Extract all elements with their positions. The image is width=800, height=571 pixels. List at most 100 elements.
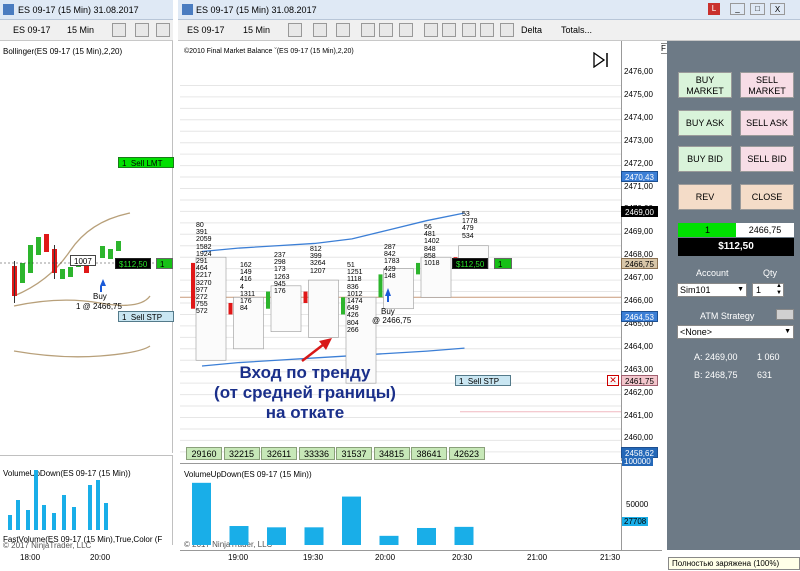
volume-total-cell: 32611 — [261, 447, 297, 460]
main-window-titlebar[interactable]: ES 09-17 (15 Min) 31.08.2017 L _ □ X — [178, 0, 800, 20]
main-window-title: ES 09-17 (15 Min) 31.08.2017 — [196, 5, 317, 15]
atm-strategy-label: ATM Strategy — [700, 311, 755, 321]
y-tick: 2466,00 — [624, 296, 653, 305]
left-x-tick-2: 20:00 — [90, 553, 111, 562]
volume-total-cell: 29160 — [186, 447, 222, 460]
y-tick: 2463,00 — [624, 364, 653, 374]
volume-total-cell: 42623 — [448, 447, 485, 460]
candlestick-icon[interactable] — [112, 23, 126, 37]
bid-label: B: 2468,75 — [694, 370, 738, 380]
left-window-titlebar[interactable]: ES 09-17 (15 Min) 31.08.2017 — [0, 0, 173, 20]
sell-market-button[interactable]: SELL MARKET — [740, 72, 794, 98]
account-select[interactable]: Sim101 ▼ — [677, 283, 747, 297]
link-button[interactable]: L — [708, 3, 720, 15]
data-box-icon[interactable] — [424, 23, 438, 37]
volume-total-cell: 38641 — [411, 447, 447, 460]
instrument-selector[interactable]: ES 09-17 — [184, 22, 228, 38]
candle-body — [228, 303, 233, 315]
instrument-selector[interactable]: ES 09-17 — [10, 22, 54, 38]
upper-band-badge: 2470,43 — [621, 171, 658, 182]
footprint-column: 287 842 1783 429 148 — [384, 244, 400, 280]
volume-bar — [229, 526, 249, 545]
footprint-column: 812 399 3264 1207 — [310, 246, 326, 275]
position-pnl: $112,50 — [678, 238, 794, 256]
interval-selector[interactable]: 15 Min — [240, 22, 273, 38]
totals-dropdown[interactable]: Totals... — [558, 22, 595, 38]
x-tick-2030: 20:30 — [452, 553, 473, 562]
chart-trader-icon[interactable] — [442, 23, 456, 37]
atm-strategy-select[interactable]: <None> ▼ — [677, 325, 794, 339]
buy-label: Buy — [381, 307, 395, 316]
magic-wand-icon[interactable] — [156, 23, 170, 37]
sell-ask-button[interactable]: SELL ASK — [740, 110, 794, 136]
volume-total-cell: 32215 — [223, 447, 260, 460]
left-qty-tag[interactable]: 1 — [156, 258, 173, 269]
left-window-title: ES 09-17 (15 Min) 31.08.2017 — [18, 5, 139, 15]
app-icon — [182, 4, 193, 15]
y-tick: 2461,00 — [624, 410, 653, 420]
volume-badge: 27708 — [622, 517, 649, 526]
app-icon — [3, 4, 14, 15]
position-qty-tag[interactable]: 1 — [494, 258, 512, 269]
atm-strategy-value: <None> — [680, 327, 713, 337]
maximize-button[interactable]: □ — [750, 3, 765, 15]
volume-bar — [304, 527, 324, 545]
volume-bar — [379, 535, 399, 545]
skip-to-end-icon[interactable] — [592, 51, 610, 69]
footprint-column: 53 1778 479 534 — [462, 211, 478, 240]
buy-arrow-stem — [387, 296, 389, 302]
left-sell-stp-tag[interactable]: 1 Sell STP — [118, 311, 174, 322]
left-buy-fill: 1 @ 2466,75 — [76, 302, 122, 311]
footprint-box — [308, 279, 339, 338]
zoom-out-icon[interactable] — [379, 23, 393, 37]
bid-size: 631 — [757, 370, 773, 380]
candle-body — [416, 262, 420, 275]
close-button[interactable]: X — [770, 3, 785, 15]
annotation-line-3: на откате — [265, 403, 345, 422]
volume-top-badge: 100000 — [622, 457, 653, 466]
atm-settings-icon[interactable] — [776, 309, 794, 320]
main-toolbar: ES 09-17 15 Min Delta Totals... — [178, 20, 800, 41]
y-tick: 2474,00 — [624, 112, 653, 122]
last-price-badge: 2466,75 — [621, 258, 658, 269]
buy-market-button[interactable]: BUY MARKET — [678, 72, 732, 98]
magic-wand-icon[interactable] — [336, 23, 350, 37]
sell-stp-tag[interactable]: 1 Sell STP — [455, 375, 511, 386]
battery-status-tooltip: Полностью заряжена (100%) — [668, 557, 800, 570]
crosshair-icon[interactable] — [399, 23, 413, 37]
footprint-column: 56 481 1402 848 858 1018 — [424, 224, 440, 268]
reverse-button[interactable]: REV — [678, 184, 732, 210]
annotation-arrow-head — [319, 338, 332, 350]
grid-icon[interactable] — [462, 23, 476, 37]
buy-ask-button[interactable]: BUY ASK — [678, 110, 732, 136]
minimize-button[interactable]: _ — [730, 3, 745, 15]
qty-label: Qty — [763, 268, 778, 278]
left-toolbar: ES 09-17 15 Min — [0, 20, 173, 41]
qty-stepper[interactable]: 1 ▲ ▼ — [752, 283, 784, 297]
y-tick: 2462,00 — [624, 387, 653, 397]
stop-price-badge: 2461,75 — [621, 375, 658, 386]
left-sell-lmt-tag[interactable]: 1 Sell LMT — [118, 157, 174, 168]
pencil-icon[interactable] — [135, 23, 149, 37]
position-qty: 1 — [678, 223, 736, 237]
volume-y-tick-50000: 50000 — [626, 500, 649, 509]
indicators-icon[interactable] — [500, 23, 514, 37]
candlestick-icon[interactable] — [288, 23, 302, 37]
delta-dropdown[interactable]: Delta — [518, 22, 545, 38]
buy-bid-button[interactable]: BUY BID — [678, 146, 732, 172]
x-tick-1900: 19:00 — [228, 553, 249, 562]
footprint-column: 162 149 416 4 1311 176 84 — [240, 262, 256, 313]
sell-bid-button[interactable]: SELL BID — [740, 146, 794, 172]
close-position-button[interactable]: CLOSE — [740, 184, 794, 210]
pencil-icon[interactable] — [313, 23, 327, 37]
cancel-order-icon[interactable]: ✕ — [607, 375, 619, 386]
zoom-in-icon[interactable] — [361, 23, 375, 37]
ask-size: 1 060 — [757, 352, 780, 362]
candle-body — [303, 291, 308, 303]
properties-icon[interactable] — [480, 23, 494, 37]
interval-selector[interactable]: 15 Min — [64, 22, 97, 38]
left-pnl-tag[interactable]: $112,50 — [115, 258, 152, 269]
left-price-chart — [0, 212, 173, 358]
pnl-tag[interactable]: $112,50 — [452, 258, 489, 269]
footprint-column: 237 298 173 1263 945 176 — [274, 252, 290, 296]
